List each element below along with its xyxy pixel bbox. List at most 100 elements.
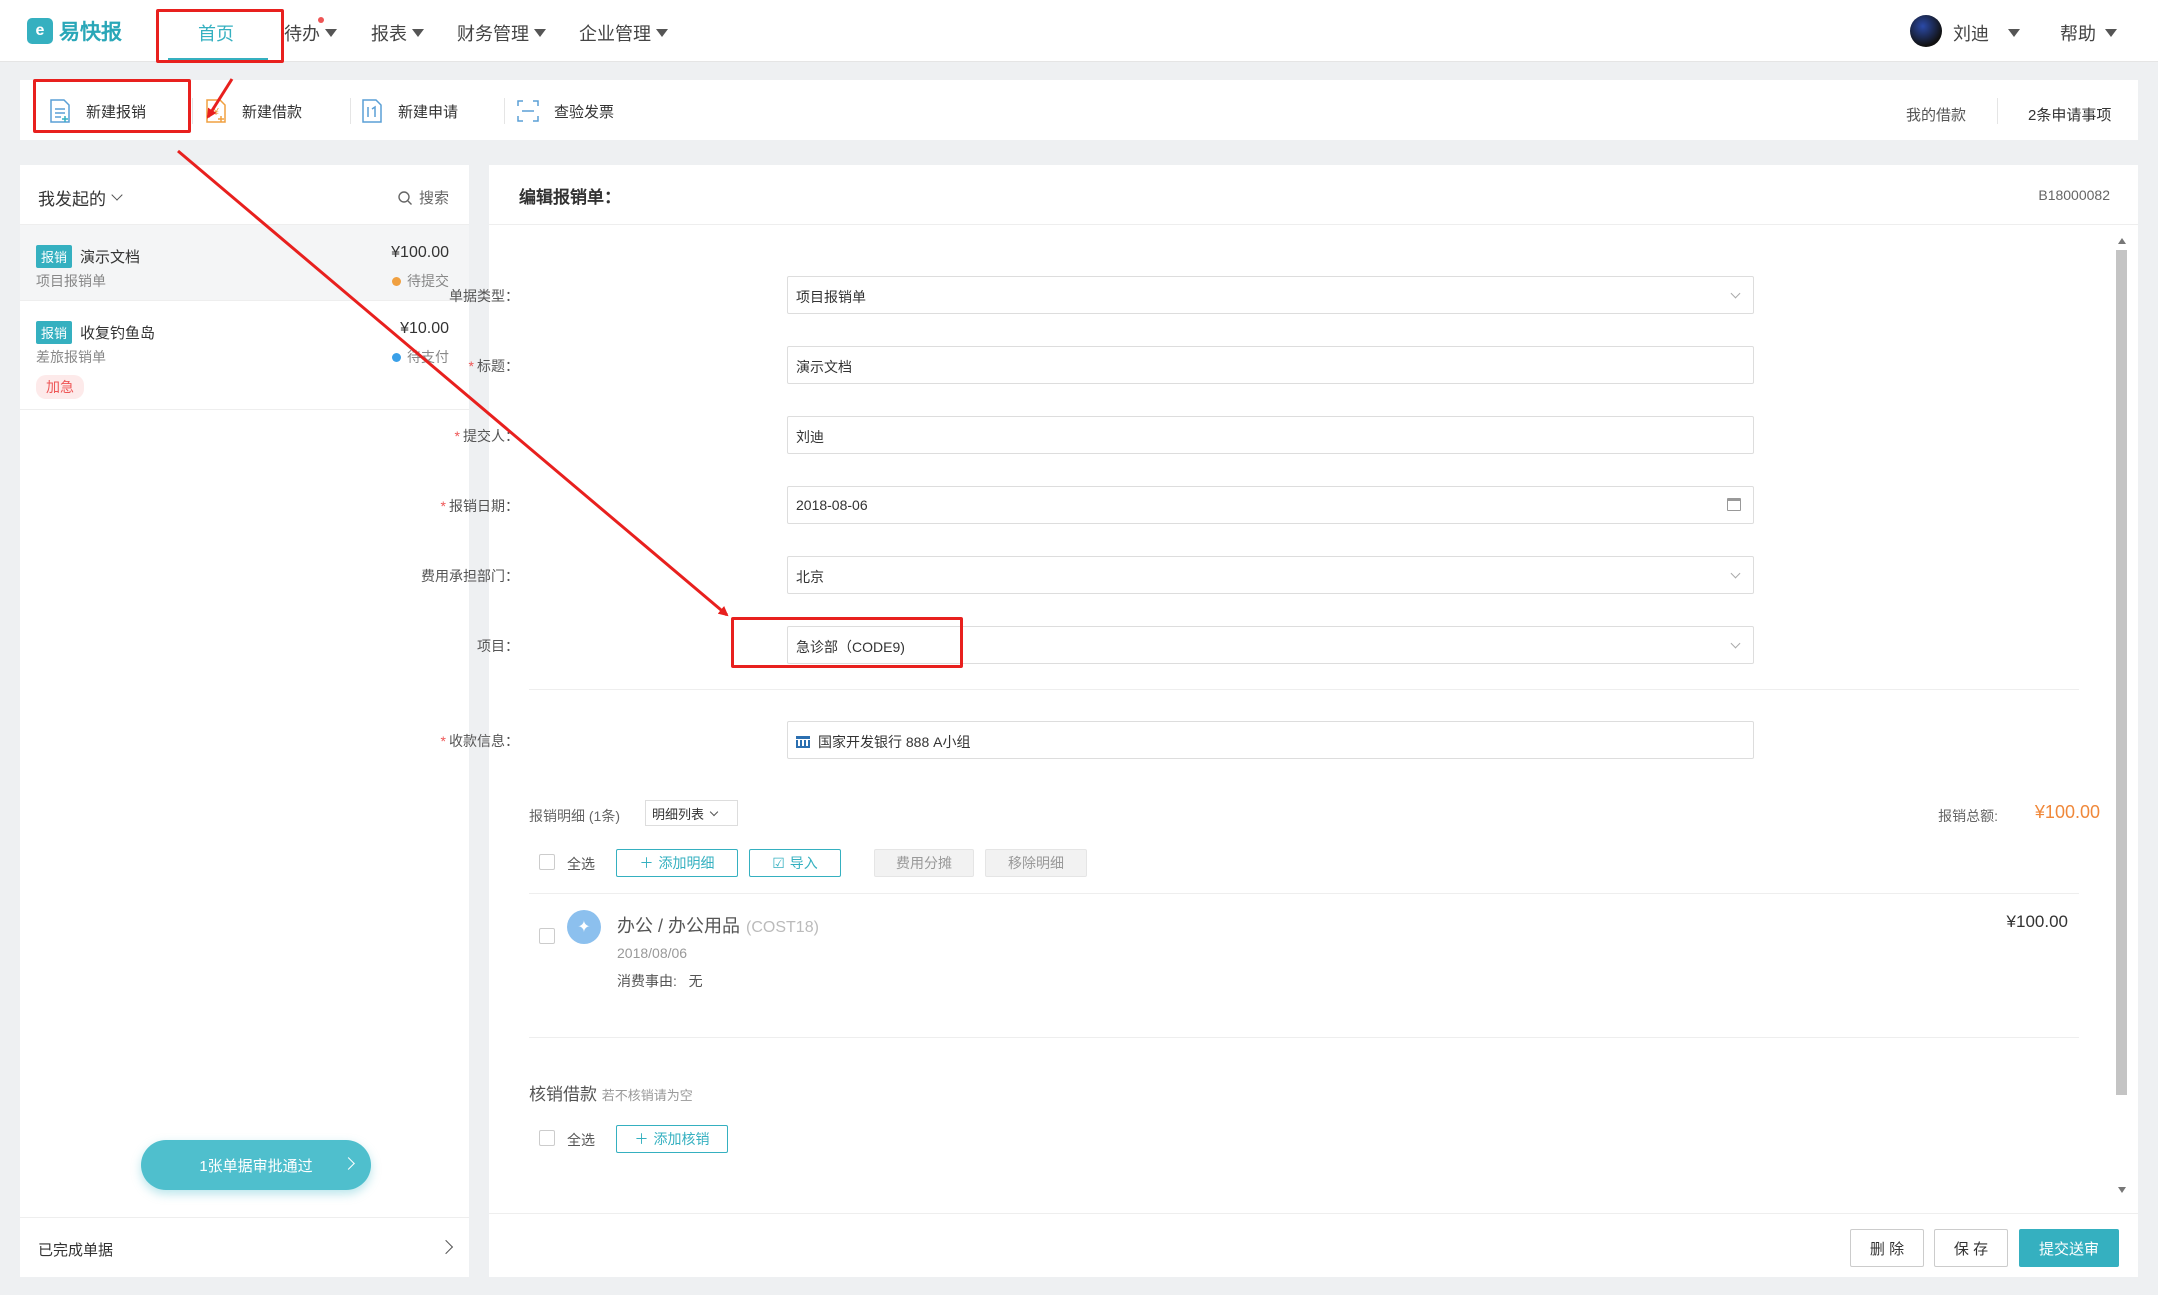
chevron-down-icon [1730, 568, 1741, 579]
document-item[interactable]: 报销 演示文档 项目报销单 ¥100.00 待提交 [20, 225, 469, 301]
section-divider [529, 893, 2079, 894]
chevron-right-icon [342, 1157, 355, 1170]
status-dot [392, 352, 401, 362]
chevron-down-icon [709, 807, 719, 816]
chevron-right-icon [438, 1239, 454, 1255]
doc-status: 待支付 [392, 347, 449, 367]
check-invoice-button[interactable]: 查验发票 [514, 97, 614, 125]
document-item[interactable]: 报销 收复钓鱼岛 差旅报销单 ¥10.00 待支付 加急 [20, 301, 469, 410]
payee-row: * 收款信息： 国家开发银行 888 A小组 [441, 721, 1754, 759]
pending-requests-link[interactable]: 2条申请事项 [2028, 104, 2111, 125]
calendar-icon [1727, 498, 1741, 511]
document-number: B18000082 [2038, 187, 2110, 203]
submitter-label: * 提交人： [454, 428, 519, 444]
payee-select[interactable]: 国家开发银行 888 A小组 [787, 721, 1754, 759]
delete-button[interactable]: 删 除 [1850, 1229, 1924, 1267]
import-button[interactable]: ☑ 导入 [749, 849, 841, 877]
my-loans-link[interactable]: 我的借款 [1906, 104, 1966, 125]
nav-reports[interactable]: 报表 [371, 20, 424, 46]
save-button[interactable]: 保 存 [1934, 1229, 2008, 1267]
doc-title: 收复钓鱼岛 [80, 325, 156, 342]
detail-item-name[interactable]: 办公 / 办公用品 (COST18) [617, 912, 819, 938]
help-menu[interactable]: 帮助 [2060, 20, 2117, 46]
writeoff-section-label: 核销借款 若不核销请为空 [529, 1085, 693, 1104]
detail-item-date: 2018/08/06 [617, 945, 688, 961]
doc-type-label: 单据类型： [449, 288, 519, 304]
bank-icon [796, 736, 810, 748]
plus-icon: ＋ [634, 1131, 649, 1147]
caret-down-icon [534, 29, 546, 37]
search-button[interactable]: 搜索 [397, 187, 449, 208]
notification-dot [318, 17, 324, 23]
annotation-box-home [156, 9, 284, 63]
detail-item-checkbox[interactable] [539, 928, 555, 944]
submit-button[interactable]: 提交送审 [2019, 1229, 2119, 1267]
doc-title: 演示文档 [80, 249, 141, 266]
search-icon [398, 190, 412, 205]
pin-icon: ✦ [567, 910, 601, 944]
writeoff-select-all-label: 全选 [567, 1132, 595, 1148]
submitter-input[interactable]: 刘迪 [787, 416, 1754, 454]
detail-item-amount: ¥100.00 [2006, 912, 2068, 931]
dept-label: 费用承担部门： [421, 568, 519, 584]
new-loan-icon: ¥ [206, 99, 226, 123]
completed-documents-link[interactable]: 已完成单据 [20, 1217, 469, 1277]
add-writeoff-button[interactable]: ＋添加核销 [616, 1125, 728, 1153]
new-loan-label: 新建借款 [242, 103, 303, 121]
toolbar-divider [1997, 98, 1998, 124]
svg-text:¥: ¥ [212, 107, 219, 118]
new-request-label: 新建申请 [398, 103, 459, 121]
writeoff-select-all-checkbox[interactable] [539, 1130, 555, 1146]
dept-select[interactable]: 北京 [787, 556, 1754, 594]
add-detail-button[interactable]: ＋添加明细 [616, 849, 738, 877]
section-divider [529, 689, 2079, 690]
title-label: * 标题： [468, 358, 519, 374]
title-input[interactable]: 演示文档 [787, 346, 1754, 384]
plus-icon: ＋ [639, 855, 654, 871]
select-all-checkbox[interactable] [539, 854, 555, 870]
scroll-up-icon[interactable] [2118, 238, 2126, 244]
doc-type-tag: 报销 [36, 245, 73, 268]
payee-label: * 收款信息： [440, 733, 519, 749]
nav-enterprise[interactable]: 企业管理 [579, 20, 668, 46]
new-loan-button[interactable]: ¥ 新建借款 [202, 97, 302, 125]
user-menu[interactable]: 刘迪 [1953, 20, 2020, 46]
check-invoice-label: 查验发票 [554, 103, 615, 121]
app-logo[interactable]: e 易快报 [27, 16, 122, 46]
total-label: 报销总额: [1938, 808, 1998, 824]
remove-detail-button[interactable]: 移除明细 [985, 849, 1087, 877]
doc-type-row: 单据类型： 项目报销单 [449, 276, 1754, 314]
total-amount: ¥100.00 [2034, 802, 2100, 822]
section-divider [529, 1037, 2079, 1038]
app-name: 易快报 [59, 21, 122, 44]
date-picker[interactable]: 2018-08-06 [787, 486, 1754, 524]
nav-finance[interactable]: 财务管理 [457, 20, 546, 46]
edit-expense-form: 编辑报销单： B18000082 单据类型： 项目报销单 * 标题： 演示文档 *… [421, 165, 2138, 1277]
caret-down-icon [656, 29, 668, 37]
scroll-thumb[interactable] [2116, 250, 2127, 1095]
new-request-button[interactable]: 新建申请 [358, 97, 458, 125]
doc-type-select[interactable]: 项目报销单 [787, 276, 1754, 314]
user-avatar[interactable] [1910, 15, 1942, 47]
annotation-box-project [731, 617, 963, 668]
status-dot [392, 276, 401, 286]
checkbox-import-icon: ☑ [772, 854, 785, 871]
caret-down-icon [2008, 29, 2020, 37]
caret-down-icon [412, 29, 424, 37]
form-scrollbar[interactable] [2115, 238, 2128, 1193]
split-cost-button[interactable]: 费用分摊 [874, 849, 974, 877]
scroll-down-icon[interactable] [2118, 1187, 2126, 1193]
submitter-row: * 提交人： 刘迪 [455, 416, 1754, 454]
title-row: * 标题： 演示文档 [469, 346, 1754, 384]
approval-notice-button[interactable]: 1张单据审批通过 [141, 1140, 371, 1190]
caret-down-icon [325, 29, 337, 37]
detail-item-reason: 消费事由: 无 [617, 973, 703, 989]
nav-todo[interactable]: 待办 [284, 20, 337, 46]
chevron-down-icon [1730, 638, 1741, 649]
details-view-select[interactable]: 明细列表 [645, 800, 738, 826]
top-navbar: e 易快报 首页 待办 报表 财务管理 企业管理 刘迪 帮助 [0, 0, 2158, 62]
filter-dropdown[interactable]: 我发起的 [38, 185, 123, 210]
my-documents-panel: 我发起的 搜索 报销 演示文档 项目报销单 ¥100.00 待提交 报销 收复钓… [20, 165, 469, 1277]
form-title: 编辑报销单： [519, 188, 621, 207]
doc-form-type: 差旅报销单 [36, 349, 106, 365]
